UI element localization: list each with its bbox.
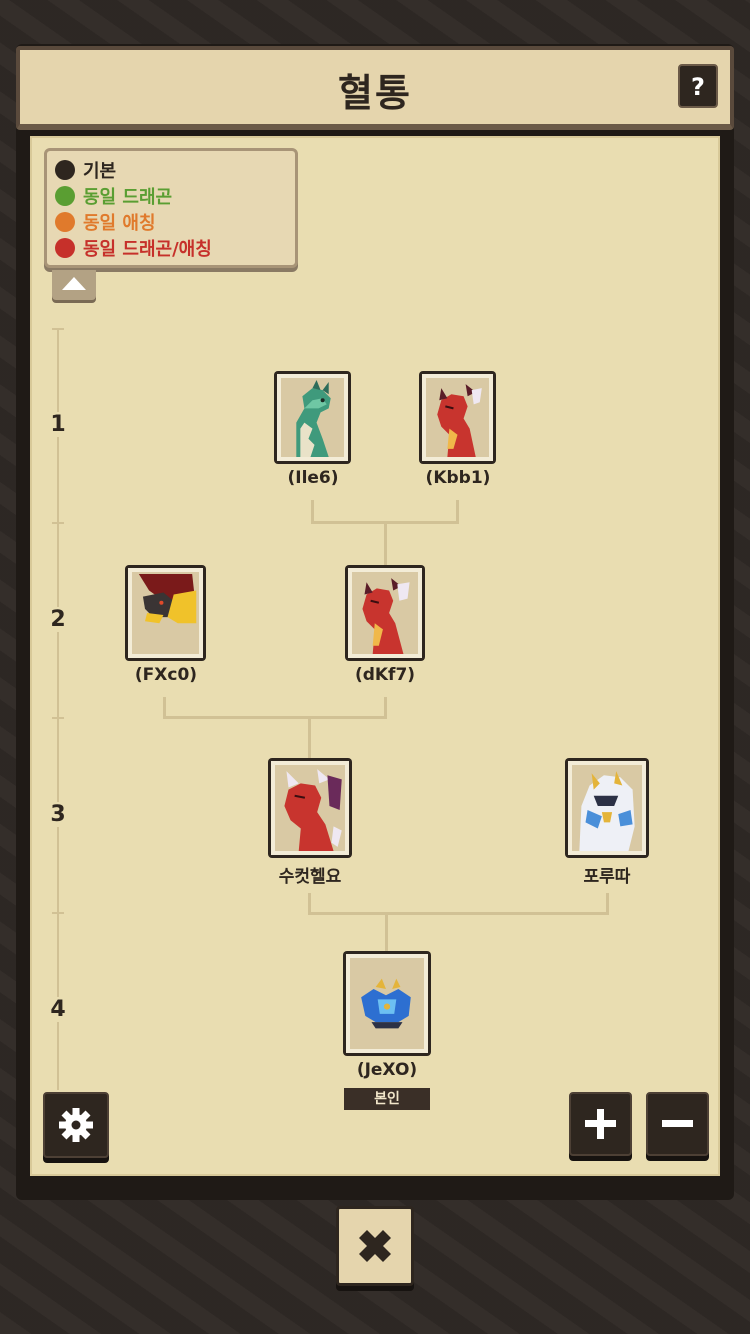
minus-icon <box>662 1120 693 1127</box>
axis-tick <box>52 522 64 524</box>
green-dragon-icon <box>281 378 344 457</box>
gear-icon <box>59 1108 93 1142</box>
close-button[interactable] <box>336 1206 414 1286</box>
chevron-up-icon <box>62 277 86 290</box>
legend-dot <box>55 238 75 258</box>
dragon-card[interactable] <box>419 371 496 464</box>
generation-label: 1 <box>40 412 76 437</box>
axis-tick <box>52 912 64 914</box>
zoom-in-button[interactable] <box>569 1092 632 1156</box>
generation-label: 3 <box>40 802 76 827</box>
tree-connector <box>308 912 609 915</box>
dragon-card[interactable] <box>274 371 351 464</box>
dragon-name: (dKf7) <box>354 665 416 685</box>
legend-box: 기본 동일 드래곤 동일 애칭 동일 드래곤/애칭 <box>44 148 298 268</box>
red-dragon-icon <box>352 572 418 654</box>
header-bar: 혈통 ? <box>16 46 734 130</box>
dragon-name: (JeXO) <box>356 1060 418 1080</box>
tree-connector <box>163 716 387 719</box>
tree-connector <box>384 521 387 565</box>
dragon-name: (FXc0) <box>134 665 198 685</box>
legend-item-basic: 기본 <box>55 157 295 183</box>
dragon-card[interactable] <box>345 565 425 661</box>
red-dragon-icon <box>426 378 489 457</box>
dragon-name: (Ile6) <box>287 468 339 488</box>
dragon-name: (Kbb1) <box>425 468 491 488</box>
legend-dot <box>55 160 75 180</box>
dragon-name: 수컷헬요 <box>278 867 342 887</box>
dragon-card[interactable] <box>565 758 649 858</box>
dragon-card[interactable] <box>343 951 431 1056</box>
generation-label: 4 <box>40 997 76 1022</box>
axis-tick <box>52 717 64 719</box>
dark-fire-dragon-icon <box>132 572 199 654</box>
legend-item-same-nickname: 동일 애칭 <box>55 209 295 235</box>
red-horned-dragon-icon <box>275 765 345 851</box>
dragon-card[interactable] <box>268 758 352 858</box>
close-icon <box>359 1230 391 1262</box>
page-title: 혈통 <box>338 71 412 115</box>
dragon-card[interactable] <box>125 565 206 661</box>
legend-dot <box>55 186 75 206</box>
blue-crystal-dragon-icon <box>350 958 424 1049</box>
generation-label: 2 <box>40 607 76 632</box>
generation-axis <box>57 330 59 1090</box>
help-button[interactable]: ? <box>678 64 718 108</box>
tree-connector <box>385 912 388 952</box>
plus-icon <box>585 1109 616 1139</box>
legend-item-same-dragon: 동일 드래곤 <box>55 183 295 209</box>
legend-collapse-button[interactable] <box>52 270 96 300</box>
zoom-out-button[interactable] <box>646 1092 709 1156</box>
dragon-name: 포루따 <box>583 867 631 887</box>
white-gold-dragon-icon <box>572 765 642 851</box>
legend-dot <box>55 212 75 232</box>
tree-connector <box>308 716 311 758</box>
settings-button[interactable] <box>43 1092 109 1158</box>
axis-tick <box>52 328 64 330</box>
self-badge: 본인 <box>344 1088 430 1110</box>
legend-item-same-both: 동일 드래곤/애칭 <box>55 235 295 261</box>
